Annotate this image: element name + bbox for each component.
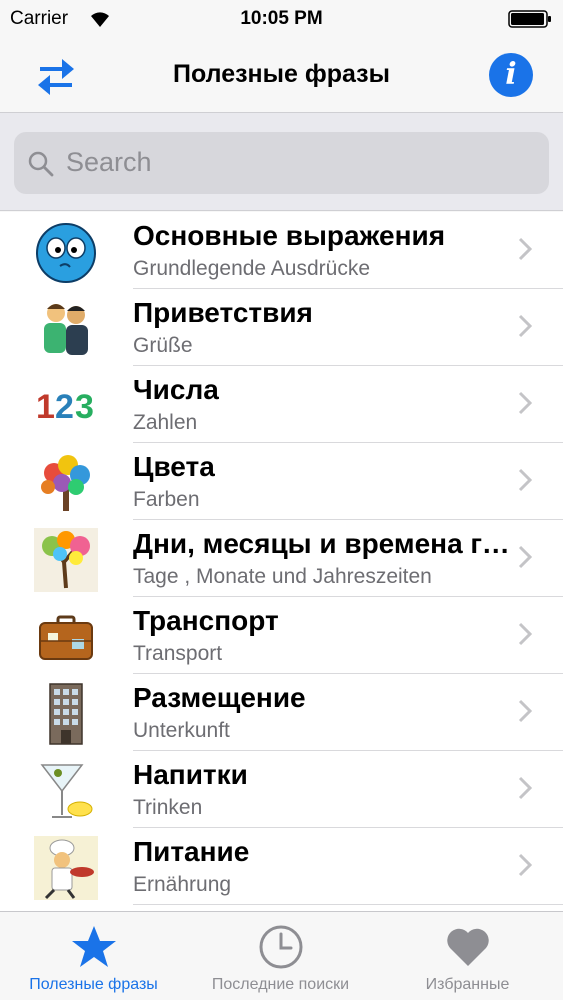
list-item[interactable]: Приветствия Grüße: [0, 289, 563, 366]
svg-text:3: 3: [75, 388, 94, 426]
chevron-right-icon: [518, 391, 532, 415]
search-icon: [28, 151, 54, 177]
chevron-right-icon: [518, 545, 532, 569]
tab-favorites[interactable]: Избранные: [374, 912, 561, 1000]
item-title: Числа: [133, 374, 219, 405]
list-item[interactable]: Размещение Unterkunft: [0, 674, 563, 751]
info-icon: i: [505, 57, 517, 92]
chevron-right-icon: [518, 314, 532, 338]
navigation-bar: Полезные фразы i: [0, 40, 563, 113]
item-title: Питание: [133, 836, 250, 867]
tab-label: Полезные фразы: [29, 976, 158, 993]
item-subtitle: Grundlegende Ausdrücke: [133, 257, 370, 280]
heart-icon: [447, 928, 489, 966]
battery-icon: [508, 10, 551, 28]
item-subtitle: Farben: [133, 488, 200, 511]
building-icon: [34, 682, 98, 746]
greeting-people-icon: [34, 297, 98, 361]
item-title: Напитки: [133, 759, 248, 790]
chevron-right-icon: [518, 468, 532, 492]
item-subtitle: Transport: [133, 642, 223, 665]
list-item[interactable]: 1 2 3 Числа Zahlen: [0, 366, 563, 443]
list-item[interactable]: Транспорт Transport: [0, 597, 563, 674]
info-button[interactable]: i: [489, 53, 533, 97]
item-subtitle: Grüße: [133, 334, 193, 357]
list-item[interactable]: Питание Ernährung: [0, 828, 563, 905]
list-item[interactable]: Дни, месяцы и времена года Tage , Monate…: [0, 520, 563, 597]
item-subtitle: Tage , Monate und Jahreszeiten: [133, 565, 432, 588]
status-time: 10:05 PM: [240, 8, 323, 29]
list-item[interactable]: Основные выражения Grundlegende Ausdrück…: [0, 212, 563, 289]
tab-bar: Полезные фразы Последние поиски Избранны…: [0, 911, 563, 1000]
item-title: Размещение: [133, 682, 306, 713]
search-input[interactable]: Search: [14, 132, 549, 194]
chevron-right-icon: [518, 776, 532, 800]
page-title: Полезные фразы: [173, 60, 390, 88]
tab-useful-phrases[interactable]: Полезные фразы: [0, 912, 187, 1000]
phrase-category-list: Основные выражения Grundlegende Ausdrück…: [0, 212, 563, 911]
colorful-tree-icon: [34, 451, 98, 515]
search-bar: Search: [0, 113, 563, 211]
item-subtitle: Zahlen: [133, 411, 198, 434]
item-subtitle: Unterkunft: [133, 719, 230, 742]
item-title: Основные выражения: [133, 220, 446, 251]
chevron-right-icon: [518, 853, 532, 877]
tab-label: Последние поиски: [211, 976, 350, 993]
star-icon: [72, 926, 116, 967]
suitcase-icon: [34, 605, 98, 669]
item-title: Дни, месяцы и времена года: [133, 528, 513, 559]
smiley-face-icon: [34, 220, 98, 284]
clock-icon: [259, 925, 303, 969]
tab-label: Избранные: [425, 976, 510, 993]
cocktail-icon: [34, 759, 98, 823]
search-placeholder: Search: [66, 147, 152, 177]
item-title: Приветствия: [133, 297, 313, 328]
chevron-right-icon: [518, 622, 532, 646]
status-bar: Carrier 10:05 PM: [0, 0, 563, 40]
seasons-tree-icon: [34, 528, 98, 592]
item-title: Цвета: [133, 451, 215, 482]
chef-icon: [34, 836, 98, 900]
item-subtitle: Trinken: [133, 796, 203, 819]
list-item[interactable]: Цвета Farben: [0, 443, 563, 520]
chevron-right-icon: [518, 237, 532, 261]
item-subtitle: Ernährung: [133, 873, 232, 896]
svg-text:1: 1: [36, 388, 55, 426]
list-item[interactable]: Напитки Trinken: [0, 751, 563, 828]
svg-text:2: 2: [55, 388, 74, 426]
numbers-icon: 1 2 3: [34, 374, 98, 438]
item-title: Транспорт: [133, 605, 279, 636]
chevron-right-icon: [518, 699, 532, 723]
tab-recent-searches[interactable]: Последние поиски: [187, 912, 374, 1000]
